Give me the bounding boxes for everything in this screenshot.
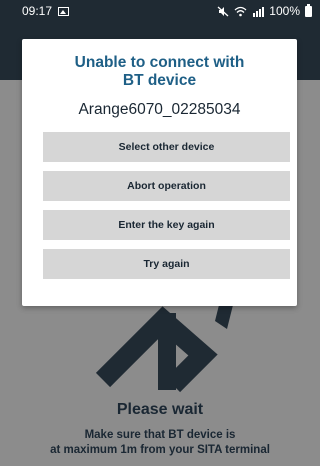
select-other-device-button[interactable]: Select other device: [43, 132, 290, 162]
abort-operation-button[interactable]: Abort operation: [43, 171, 290, 201]
dialog-title-line-2: BT device: [122, 72, 197, 89]
proximity-message-line-2: at maximum 1m from your SITA terminal: [50, 444, 270, 456]
signal-icon: [253, 6, 265, 17]
dialog-title-line-1: Unable to connect with: [74, 54, 245, 71]
device-name: Arange6070_02285034: [78, 101, 241, 118]
status-icons: 100%: [217, 3, 312, 18]
proximity-message-line-1: Make sure that BT device is: [84, 429, 236, 441]
battery-icon: [305, 3, 312, 17]
proximity-message: Make sure that BT device is at maximum 1…: [0, 428, 320, 458]
status-time: 09:17: [22, 4, 53, 18]
status-bar: 09:17 100%: [0, 0, 320, 22]
dialog-title: Unable to connect with BT device: [22, 54, 297, 90]
try-again-button[interactable]: Try again: [43, 249, 290, 279]
please-wait-title: Please wait: [116, 401, 204, 418]
enter-key-again-button[interactable]: Enter the key again: [43, 210, 290, 240]
mute-icon: [217, 6, 229, 16]
battery-percent: 100%: [269, 4, 300, 18]
image-icon: [58, 6, 70, 16]
wifi-icon: [234, 6, 247, 16]
connection-error-dialog: Unable to connect with BT device Arange6…: [22, 39, 297, 306]
